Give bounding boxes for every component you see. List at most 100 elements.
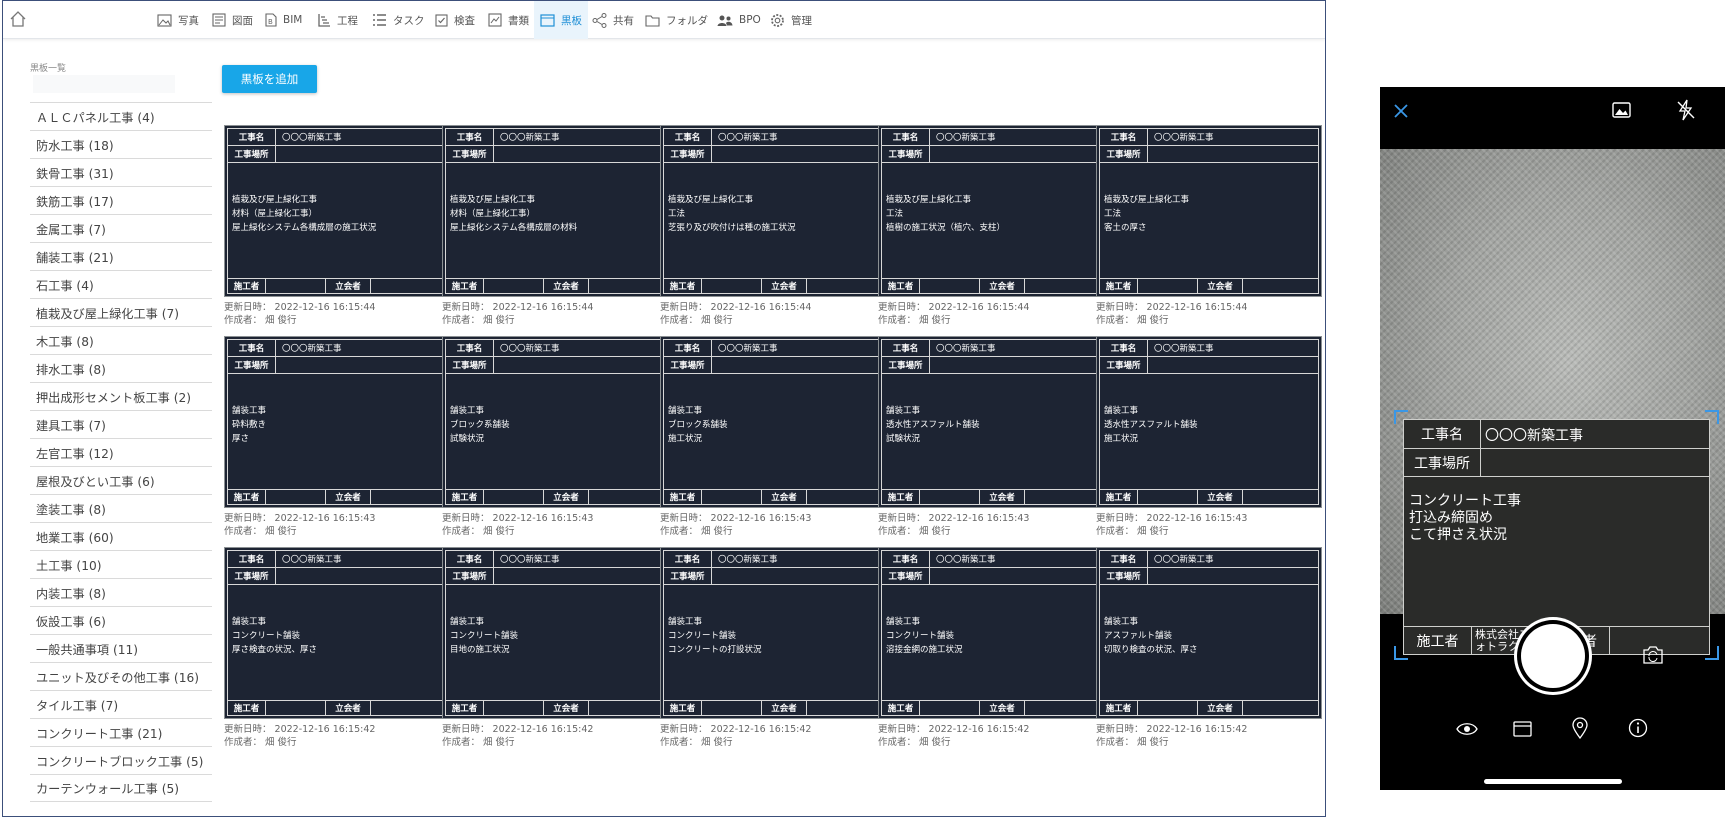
category-item[interactable]: 仮設工事 (6) — [30, 606, 212, 634]
nav-schedule[interactable]: 工程 — [313, 1, 362, 39]
category-item[interactable]: カーテンウォール工事 (5) — [30, 774, 212, 802]
blackboard-preview[interactable]: 工事名 〇〇〇新築工事 工事場所 舗装工事 ブロック系舗装 施工状況 施工者 立会者 — [660, 336, 886, 508]
resize-handle-top-left[interactable] — [1394, 410, 1408, 424]
category-item[interactable]: 土工事 (10) — [30, 550, 212, 578]
blackboard-card[interactable]: 工事名 〇〇〇新築工事 工事場所 舗装工事 コンクリート舗装 目地の施工状況 施工者 立会者更… — [442, 547, 672, 749]
board-footer: 施工者 立会者 — [228, 489, 446, 504]
blackboard-card[interactable]: 工事名 〇〇〇新築工事 工事場所 舗装工事 ブロック系舗装 試験状況 施工者 立会者 更新日時：… — [442, 336, 672, 538]
board-footer: 施工者 立会者 — [664, 700, 882, 715]
blackboard-icon[interactable] — [1513, 721, 1532, 737]
category-item[interactable]: ＡＬＣパネル工事 (4) — [30, 102, 212, 130]
blackboard-card[interactable]: 工事名 〇〇〇新築工事 工事場所 舗装工事 透水性アスファルト舗装 試験状況 施工者 立会者更… — [878, 336, 1108, 538]
blackboard-preview[interactable]: 工事名 〇〇〇新築工事 工事場所 舗装工事 透水性アスファルト舗装 試験状況 施工者 立会者 — [878, 336, 1104, 508]
category-search-input[interactable] — [33, 75, 175, 93]
blackboard-card[interactable]: 工事名 〇〇〇新築工事 工事場所 植栽及び屋上緑化工事 工法 芝張り及び吹付けは種の施工状… — [660, 125, 890, 327]
board-name-label: 工事名 — [1100, 340, 1148, 356]
eye-icon[interactable] — [1456, 722, 1478, 736]
board-body: 舗装工事 ブロック系舗装 試験状況 — [450, 404, 660, 446]
category-item[interactable]: 金属工事 (7) — [30, 214, 212, 242]
board-worker-label: 施工者 — [1100, 701, 1138, 715]
blackboard-preview[interactable]: 工事名 〇〇〇新築工事 工事場所 舗装工事 アスファルト舗装 切取り検査の状況、厚さ 施工者… — [1096, 547, 1322, 719]
blackboard-preview[interactable]: 工事名 〇〇〇新築工事 工事場所 植栽及び屋上緑化工事 工法 芝張り及び吹付けは種の施工状… — [660, 125, 886, 297]
blackboard-preview[interactable]: 工事名 〇〇〇新築工事 工事場所 植栽及び屋上緑化工事 工法 植樹の施工状況（植穴、支柱）… — [878, 125, 1104, 297]
category-item[interactable]: 防水工事 (18) — [30, 130, 212, 158]
blackboard-preview[interactable]: 工事名 〇〇〇新築工事 工事場所 舗装工事 砕料敷き 厚さ 施工者 立会者 — [224, 336, 450, 508]
switch-camera-icon[interactable] — [1642, 645, 1664, 665]
nav-drawing[interactable]: 図面 — [208, 1, 257, 39]
blackboard-preview[interactable]: 工事名 〇〇〇新築工事 工事場所 舗装工事 ブロック系舗装 試験状況 施工者 立会者 — [442, 336, 668, 508]
category-item[interactable]: タイル工事 (7) — [30, 690, 212, 718]
category-item[interactable]: 押出成形セメント板工事 (2) — [30, 382, 212, 410]
blackboard-preview[interactable]: 工事名 〇〇〇新築工事 工事場所 舗装工事 コンクリート舗装 溶接金網の施工状況 施工者 立会… — [878, 547, 1104, 719]
info-icon[interactable] — [1628, 718, 1648, 738]
category-item[interactable]: 鉄筋工事 (17) — [30, 186, 212, 214]
nav-photo[interactable]: 写真 — [153, 1, 203, 39]
blackboard-card[interactable]: 工事名 〇〇〇新築工事 工事場所 植栽及び屋上緑化工事 材料（屋上緑化工事） 屋上緑化シス… — [224, 125, 454, 327]
gallery-icon[interactable] — [1612, 102, 1631, 118]
blackboard-card[interactable]: 工事名 〇〇〇新築工事 工事場所 舗装工事 コンクリート舗装 溶接金網の施工状況 施工者 立会… — [878, 547, 1108, 749]
settings-icon — [771, 13, 784, 27]
camera-blackboard[interactable]: 工事名 〇〇〇新築工事 工事場所 コンクリート工事 打込み締固め こて押さえ状況… — [1403, 419, 1710, 655]
category-item[interactable]: 石工事 (4) — [30, 270, 212, 298]
add-blackboard-button[interactable]: 黒板を追加 — [222, 65, 317, 93]
blackboard-card[interactable]: 工事名 〇〇〇新築工事 工事場所 舗装工事 透水性アスファルト舗装 施工状況 施工者 立会者更… — [1096, 336, 1325, 538]
category-item[interactable]: 塗装工事 (8) — [30, 494, 212, 522]
category-item[interactable]: ユニット及びその他工事 (16) — [30, 662, 212, 690]
nav-share[interactable]: 共有 — [588, 1, 638, 39]
close-icon[interactable] — [1393, 103, 1409, 119]
blackboard-preview[interactable]: 工事名 〇〇〇新築工事 工事場所 植栽及び屋上緑化工事 工法 客土の厚さ 施工者 立会者 — [1096, 125, 1322, 297]
nav-bim[interactable]: B BIM — [261, 1, 306, 39]
board-line: コンクリート舗装 — [668, 631, 737, 641]
blackboard-preview[interactable]: 工事名 〇〇〇新築工事 工事場所 舗装工事 コンクリート舗装 厚さ検査の状況、厚さ 施工者 立… — [224, 547, 450, 719]
board-author: 作成者： 畑 俊行 — [660, 526, 733, 537]
home-icon[interactable] — [9, 10, 27, 28]
nav-label: 書類 — [508, 14, 529, 27]
blackboard-card[interactable]: 工事名 〇〇〇新築工事 工事場所 植栽及び屋上緑化工事 工法 植樹の施工状況（植穴、支柱）… — [878, 125, 1108, 327]
board-worker-label: 施工者 — [882, 490, 920, 504]
category-item[interactable]: 植栽及び屋上緑化工事 (7) — [30, 298, 212, 326]
category-item[interactable]: 建具工事 (7) — [30, 410, 212, 438]
nav-task[interactable]: タスク — [368, 1, 429, 39]
blackboard-card[interactable]: 工事名 〇〇〇新築工事 工事場所 舗装工事 コンクリート舗装 コンクリートの打設状況 施工者… — [660, 547, 890, 749]
nav-documents[interactable]: 書類 — [484, 1, 533, 39]
blackboard-card[interactable]: 工事名 〇〇〇新築工事 工事場所 舗装工事 コンクリート舗装 厚さ検査の状況、厚さ 施工者 立… — [224, 547, 454, 749]
nav-folder[interactable]: フォルダ — [641, 1, 712, 39]
category-item[interactable]: 排水工事 (8) — [30, 354, 212, 382]
location-icon[interactable] — [1572, 717, 1588, 739]
category-item[interactable]: 内装工事 (8) — [30, 578, 212, 606]
shutter-button[interactable] — [1521, 624, 1585, 688]
nav-bpo[interactable]: BPO — [713, 1, 765, 39]
category-item[interactable]: コンクリート工事 (21) — [30, 718, 212, 746]
blackboard-preview[interactable]: 工事名 〇〇〇新築工事 工事場所 舗装工事 コンクリート舗装 コンクリートの打設状況 施工者… — [660, 547, 886, 719]
board-name-value: 〇〇〇新築工事 — [500, 133, 560, 143]
nav-settings[interactable]: 管理 — [766, 1, 816, 39]
category-item[interactable]: 鉄骨工事 (31) — [30, 158, 212, 186]
category-item[interactable]: 舗装工事 (21) — [30, 242, 212, 270]
nav-inspection[interactable]: 検査 — [431, 1, 479, 39]
blackboard-preview[interactable]: 工事名 〇〇〇新築工事 工事場所 舗装工事 透水性アスファルト舗装 施工状況 施工者 立会者 — [1096, 336, 1322, 508]
board-place-row: 工事場所 — [664, 146, 882, 163]
board-worker-label: 施工者 — [446, 279, 484, 293]
home-indicator — [1484, 779, 1622, 784]
category-item[interactable]: 左官工事 (12) — [30, 438, 212, 466]
blackboard-card[interactable]: 工事名 〇〇〇新築工事 工事場所 植栽及び屋上緑化工事 材料（屋上緑化工事） 屋上緑化シス… — [442, 125, 672, 327]
blackboard-card[interactable]: 工事名 〇〇〇新築工事 工事場所 舗装工事 アスファルト舗装 切取り検査の状況、厚さ 施工者… — [1096, 547, 1325, 749]
nav-blackboard[interactable]: 黒板 — [534, 1, 588, 39]
category-item[interactable]: 木工事 (8) — [30, 326, 212, 354]
blackboard-preview[interactable]: 工事名 〇〇〇新築工事 工事場所 植栽及び屋上緑化工事 材料（屋上緑化工事） 屋上緑化シス… — [224, 125, 450, 297]
category-item[interactable]: 屋根及びとい工事 (6) — [30, 466, 212, 494]
category-item[interactable]: 一般共通事項 (11) — [30, 634, 212, 662]
resize-handle-bottom-left[interactable] — [1394, 646, 1408, 660]
flash-off-icon[interactable] — [1677, 99, 1695, 121]
resize-handle-bottom-right[interactable] — [1705, 646, 1719, 660]
resize-handle-top-right[interactable] — [1705, 410, 1719, 424]
category-item[interactable]: 地業工事 (60) — [30, 522, 212, 550]
blackboard-card[interactable]: 工事名 〇〇〇新築工事 工事場所 舗装工事 ブロック系舗装 施工状況 施工者 立会者 更新日時：… — [660, 336, 890, 538]
category-item[interactable]: コンクリートブロック工事 (5) — [30, 746, 212, 774]
blackboard-preview[interactable]: 工事名 〇〇〇新築工事 工事場所 舗装工事 コンクリート舗装 目地の施工状況 施工者 立会者 — [442, 547, 668, 719]
nav-label: BIM — [283, 14, 303, 26]
blackboard-preview[interactable]: 工事名 〇〇〇新築工事 工事場所 植栽及び屋上緑化工事 材料（屋上緑化工事） 屋上緑化シス… — [442, 125, 668, 297]
board-body: 舗装工事 コンクリート舗装 目地の施工状況 — [450, 615, 660, 657]
blackboard-card[interactable]: 工事名 〇〇〇新築工事 工事場所 植栽及び屋上緑化工事 工法 客土の厚さ 施工者 立会者 更新日… — [1096, 125, 1325, 327]
blackboard-card[interactable]: 工事名 〇〇〇新築工事 工事場所 舗装工事 砕料敷き 厚さ 施工者 立会者 更新日時： 2022… — [224, 336, 454, 538]
